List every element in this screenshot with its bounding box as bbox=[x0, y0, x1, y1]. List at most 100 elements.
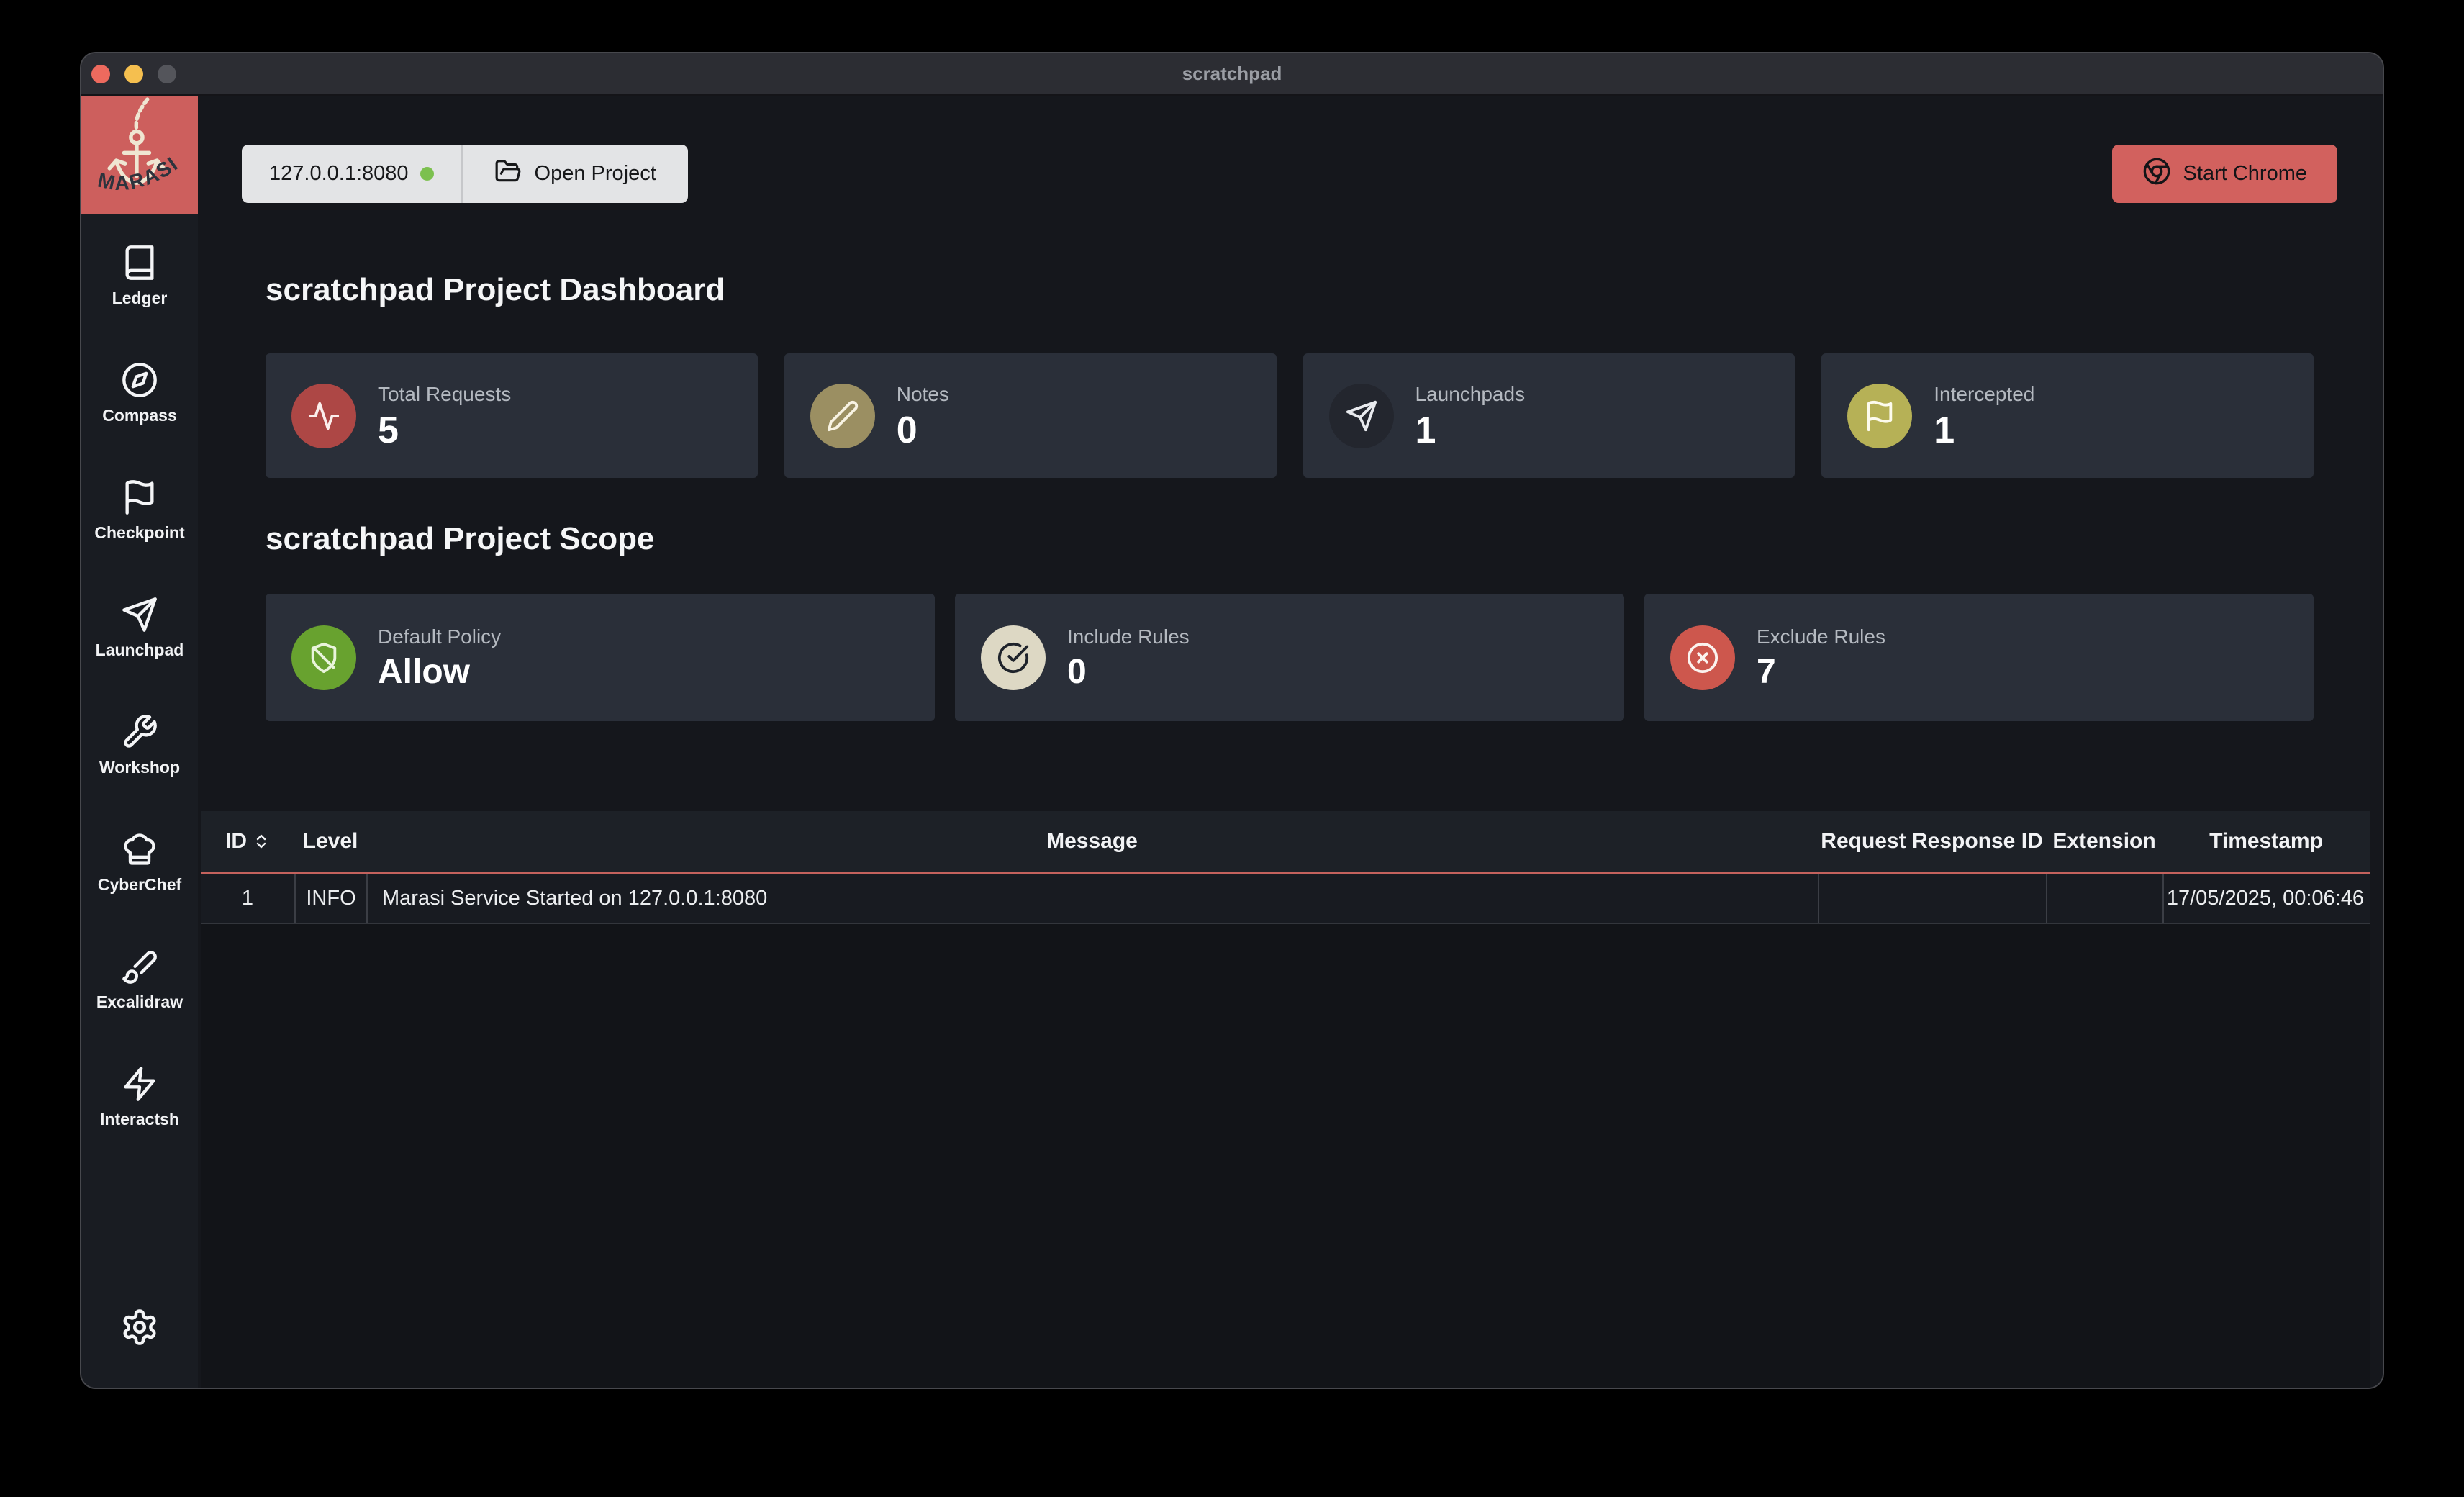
scope-heading: scratchpad Project Scope bbox=[266, 520, 2314, 558]
log-cell-extension bbox=[2046, 874, 2162, 923]
paper-plane-icon bbox=[121, 596, 158, 633]
book-icon bbox=[121, 244, 158, 281]
logs-header-row: ID Level Message Request Response ID Ext… bbox=[201, 811, 2370, 874]
shield-off-icon bbox=[291, 625, 356, 690]
settings-button[interactable] bbox=[81, 1308, 198, 1350]
logs-header-level: Level bbox=[294, 829, 366, 854]
log-cell-request-response-id bbox=[1818, 874, 2046, 923]
window-title: scratchpad bbox=[1182, 63, 1282, 85]
stat-label: Notes bbox=[897, 383, 949, 406]
sidebar-item-excalidraw[interactable]: Excalidraw bbox=[81, 948, 198, 1012]
stat-value: 5 bbox=[378, 412, 511, 449]
logs-header-extension: Extension bbox=[2046, 829, 2162, 854]
pencil-icon bbox=[810, 384, 875, 448]
wrench-icon bbox=[121, 713, 158, 751]
scope-card-include-rules: Include Rules 0 bbox=[955, 594, 1624, 721]
stat-card-launchpads: Launchpads 1 bbox=[1303, 353, 1795, 478]
x-circle-icon bbox=[1670, 625, 1735, 690]
sidebar-item-ledger[interactable]: Ledger bbox=[81, 244, 198, 308]
stat-label: Launchpads bbox=[1416, 383, 1526, 406]
sidebar-item-label: Compass bbox=[102, 406, 177, 425]
stat-value: 1 bbox=[1416, 412, 1526, 449]
sidebar-item-interactsh[interactable]: Interactsh bbox=[81, 1065, 198, 1129]
traffic-lights bbox=[91, 53, 176, 94]
stat-card-notes: Notes 0 bbox=[784, 353, 1277, 478]
logo-text: MARASI bbox=[96, 152, 183, 195]
sidebar-item-label: Checkpoint bbox=[94, 523, 184, 543]
scope-card-default-policy: Default Policy Allow bbox=[266, 594, 935, 721]
open-project-button[interactable]: Open Project bbox=[463, 145, 688, 203]
log-table-row[interactable]: 1 INFO Marasi Service Started on 127.0.0… bbox=[201, 874, 2370, 924]
sidebar-item-checkpoint[interactable]: Checkpoint bbox=[81, 479, 198, 543]
flag-icon bbox=[1847, 384, 1912, 448]
minimize-window-button[interactable] bbox=[124, 65, 143, 83]
log-cell-level: INFO bbox=[294, 874, 366, 923]
sidebar: MARASI Ledger Compass bbox=[81, 96, 198, 1388]
stat-card-intercepted: Intercepted 1 bbox=[1821, 353, 2314, 478]
scope-value: 7 bbox=[1757, 654, 1885, 690]
column-label: ID bbox=[225, 829, 247, 854]
start-chrome-label: Start Chrome bbox=[2183, 162, 2307, 186]
sidebar-item-label: CyberChef bbox=[98, 875, 181, 895]
logs-table: ID Level Message Request Response ID Ext… bbox=[201, 811, 2370, 1388]
paintbrush-icon bbox=[121, 948, 158, 985]
sidebar-item-label: Workshop bbox=[99, 758, 180, 777]
stat-label: Total Requests bbox=[378, 383, 511, 406]
scope-label: Include Rules bbox=[1067, 625, 1190, 648]
svg-text:MARASI: MARASI bbox=[96, 152, 183, 195]
log-cell-message: Marasi Service Started on 127.0.0.1:8080 bbox=[366, 874, 1818, 923]
logs-header-message: Message bbox=[366, 829, 1818, 854]
scope-value: Allow bbox=[378, 654, 501, 690]
marasi-logo: MARASI bbox=[81, 96, 198, 214]
chef-hat-icon bbox=[121, 831, 158, 868]
scope-value: 0 bbox=[1067, 654, 1190, 690]
paper-plane-icon bbox=[1329, 384, 1394, 448]
sidebar-item-label: Interactsh bbox=[100, 1110, 179, 1129]
zoom-window-button[interactable] bbox=[158, 65, 176, 83]
log-cell-id: 1 bbox=[201, 874, 294, 923]
gear-icon bbox=[120, 1308, 159, 1350]
stat-label: Intercepted bbox=[1934, 383, 2034, 406]
flag-icon bbox=[121, 479, 158, 516]
proxy-address: 127.0.0.1:8080 bbox=[242, 145, 461, 203]
logs-empty-area bbox=[201, 924, 2370, 1388]
stat-value: 0 bbox=[897, 412, 949, 449]
sidebar-item-workshop[interactable]: Workshop bbox=[81, 713, 198, 777]
check-circle-icon bbox=[981, 625, 1046, 690]
activity-icon bbox=[291, 384, 356, 448]
main-content: 127.0.0.1:8080 Open Project bbox=[198, 96, 2383, 1388]
proxy-group: 127.0.0.1:8080 Open Project bbox=[242, 145, 688, 203]
compass-icon bbox=[121, 361, 158, 399]
proxy-address-text: 127.0.0.1:8080 bbox=[269, 162, 409, 186]
sidebar-item-label: Launchpad bbox=[96, 641, 184, 660]
stat-card-total-requests: Total Requests 5 bbox=[266, 353, 758, 478]
sidebar-item-cyberchef[interactable]: CyberChef bbox=[81, 831, 198, 895]
sidebar-nav: Ledger Compass Checkpoint bbox=[81, 214, 198, 1182]
proxy-status-dot bbox=[420, 167, 434, 181]
scope-label: Exclude Rules bbox=[1757, 625, 1885, 648]
scope-card-exclude-rules: Exclude Rules 7 bbox=[1644, 594, 2314, 721]
start-chrome-button[interactable]: Start Chrome bbox=[2112, 145, 2337, 203]
dashboard-heading: scratchpad Project Dashboard bbox=[266, 271, 2314, 309]
open-project-label: Open Project bbox=[535, 162, 656, 186]
sidebar-item-label: Ledger bbox=[112, 289, 168, 308]
logs-header-timestamp: Timestamp bbox=[2162, 829, 2370, 854]
toolbar: 127.0.0.1:8080 Open Project bbox=[242, 145, 2337, 203]
scope-cards: Default Policy Allow Include Rules 0 bbox=[266, 594, 2314, 721]
lightning-icon bbox=[121, 1065, 158, 1103]
logs-header-request-response-id: Request Response ID bbox=[1818, 829, 2046, 854]
logs-header-id[interactable]: ID bbox=[201, 829, 294, 854]
sidebar-item-launchpad[interactable]: Launchpad bbox=[81, 596, 198, 660]
app-window: scratchpad MARASI bbox=[80, 52, 2384, 1389]
close-window-button[interactable] bbox=[91, 65, 110, 83]
sidebar-item-compass[interactable]: Compass bbox=[81, 361, 198, 425]
titlebar: scratchpad bbox=[81, 53, 2383, 96]
log-cell-timestamp: 17/05/2025, 00:06:46 bbox=[2162, 874, 2370, 923]
sort-arrows-icon bbox=[253, 833, 270, 850]
stat-value: 1 bbox=[1934, 412, 2034, 449]
dashboard-stats: Total Requests 5 Notes 0 bbox=[266, 353, 2314, 478]
sidebar-item-label: Excalidraw bbox=[96, 992, 183, 1012]
scope-label: Default Policy bbox=[378, 625, 501, 648]
folder-open-icon bbox=[494, 158, 522, 191]
chrome-icon bbox=[2142, 157, 2171, 191]
